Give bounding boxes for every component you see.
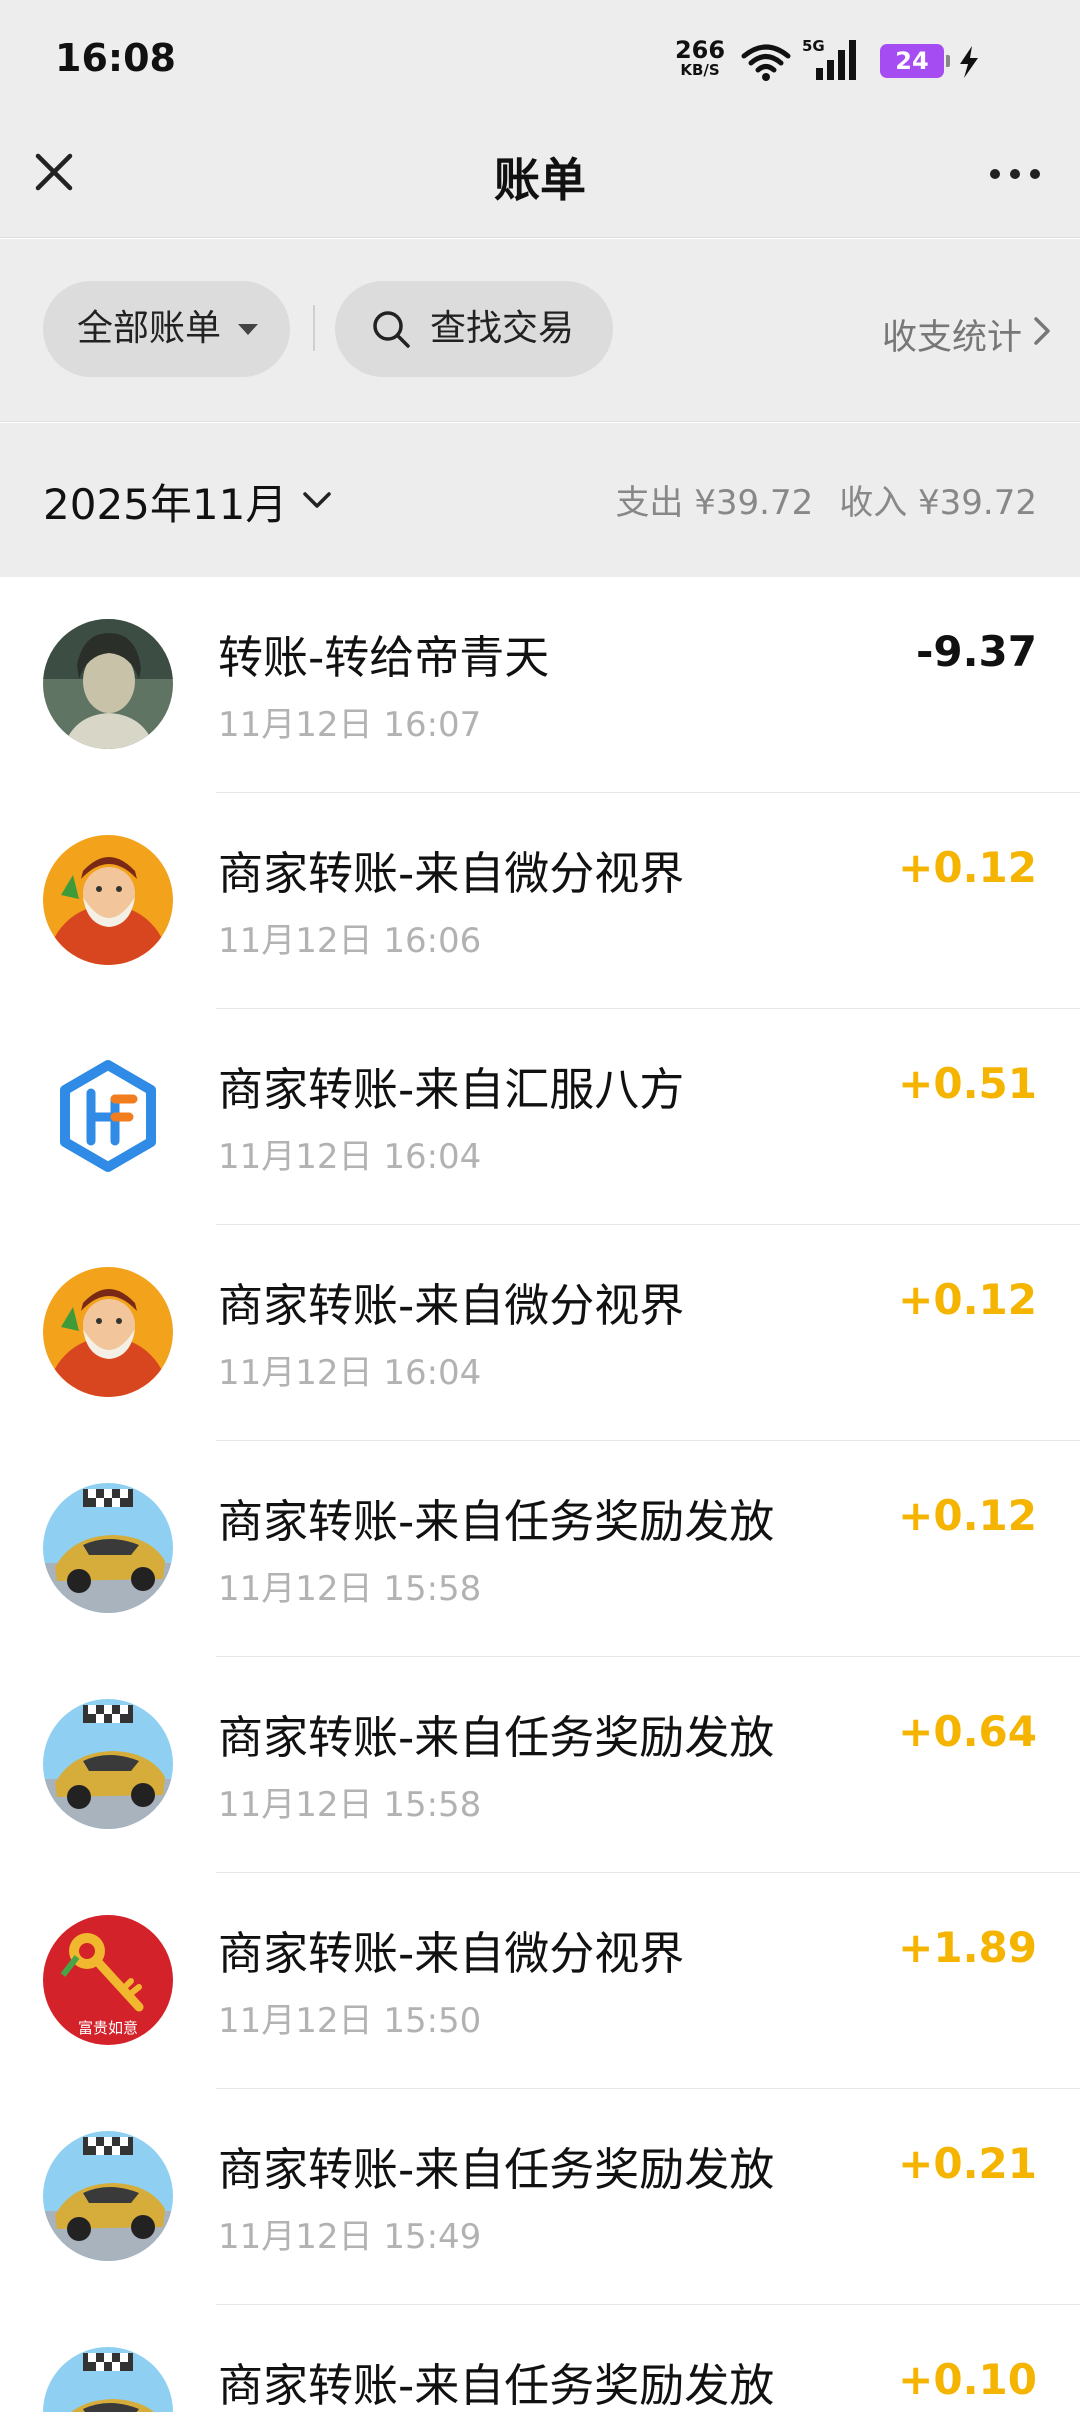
month-header: 2025年11月 支出 ¥39.72 收入 ¥39.72 (0, 423, 1080, 577)
transaction-title: 转账-转给帝青天 (218, 631, 550, 684)
transaction-row[interactable]: 转账-转给帝青天 11月12日 16:07 -9.37 (0, 577, 1080, 793)
transaction-amount: +0.21 (898, 2139, 1037, 2188)
nav-bar: 账单 (0, 120, 1080, 238)
transaction-title: 商家转账-来自微分视界 (218, 1279, 685, 1332)
transaction-title: 商家转账-来自微分视界 (218, 1927, 685, 1980)
transaction-row[interactable]: 商家转账-来自任务奖励发放 11月12日 15:49 +0.21 (0, 2089, 1080, 2305)
transaction-row[interactable]: 商家转账-来自微分视界 11月12日 16:06 +0.12 (0, 793, 1080, 1009)
filter-bar: 全部账单 查找交易 收支统计 (0, 239, 1080, 422)
all-bills-dropdown[interactable]: 全部账单 (43, 281, 290, 377)
divider (313, 305, 315, 351)
transaction-title: 商家转账-来自微分视界 (218, 847, 685, 900)
avatar-text: 富贵如意 (78, 2019, 138, 2037)
net-speed-unit: KB/S (680, 61, 720, 79)
transaction-time: 11月12日 16:04 (218, 1137, 482, 1177)
transaction-row[interactable]: 商家转账-来自任务奖励发放 +0.10 (0, 2305, 1080, 2412)
transaction-amount: +0.12 (898, 843, 1037, 892)
month-expense: 支出 ¥39.72 (615, 483, 814, 523)
red-envelope-avatar: 富贵如意 (43, 1915, 173, 2045)
caishen-avatar (43, 835, 173, 965)
chevron-down-icon[interactable] (300, 489, 334, 513)
search-icon (373, 311, 410, 348)
transaction-time: 11月12日 15:58 (218, 1785, 482, 1825)
status-icons: 266 KB/S 5G 24 (670, 36, 1010, 86)
status-bar: 16:08 266 KB/S 5G 24 (0, 0, 1080, 120)
transaction-time: 11月12日 16:04 (218, 1353, 482, 1393)
race-car-avatar (43, 1483, 173, 1613)
net-speed: 266 KB/S (670, 38, 730, 78)
transaction-title: 商家转账-来自任务奖励发放 (218, 2359, 775, 2412)
chevron-right-icon[interactable] (1030, 311, 1054, 351)
transaction-amount: +0.10 (898, 2355, 1037, 2404)
income-expense-stats-link[interactable]: 收支统计 (882, 309, 1022, 360)
transaction-row[interactable]: 富贵如意 商家转账-来自微分视界 11月12日 15:50 +1.89 (0, 1873, 1080, 2089)
transaction-time: 11月12日 16:06 (218, 921, 482, 961)
transaction-title: 商家转账-来自任务奖励发放 (218, 1711, 775, 1764)
transaction-list: 转账-转给帝青天 11月12日 16:07 -9.37 商家转账-来自微分视界 … (0, 577, 1080, 2412)
wifi-icon (741, 44, 791, 81)
transaction-time: 11月12日 15:58 (218, 1569, 482, 1609)
transaction-row[interactable]: 商家转账-来自任务奖励发放 11月12日 15:58 +0.12 (0, 1441, 1080, 1657)
race-car-avatar (43, 1699, 173, 1829)
race-car-avatar (43, 2347, 173, 2412)
caishen-avatar (43, 1267, 173, 1397)
cellular-signal-icon: 5G (802, 38, 862, 82)
transaction-row[interactable]: 商家转账-来自汇服八方 11月12日 16:04 +0.51 (0, 1009, 1080, 1225)
month-totals: 支出 ¥39.72 收入 ¥39.72 (615, 475, 1037, 524)
person-avatar (43, 619, 173, 749)
race-car-avatar (43, 2131, 173, 2261)
transaction-time: 11月12日 15:49 (218, 2217, 482, 2257)
transaction-amount: +0.12 (898, 1491, 1037, 1540)
charging-bolt-icon (960, 46, 978, 78)
transaction-title: 商家转账-来自任务奖励发放 (218, 2143, 775, 2196)
transaction-row[interactable]: 商家转账-来自微分视界 11月12日 16:04 +0.12 (0, 1225, 1080, 1441)
search-transactions-label: 查找交易 (430, 308, 575, 349)
month-selector[interactable]: 2025年11月 (43, 471, 287, 532)
hf-logo-avatar (43, 1051, 173, 1181)
transaction-amount: +0.12 (898, 1275, 1037, 1324)
transaction-amount: -9.37 (915, 627, 1037, 676)
caret-down-icon (238, 324, 258, 335)
bill-page: 16:08 266 KB/S 5G 24 账单 全部账单 查找交易 收支统计 2… (0, 0, 1080, 2412)
transaction-amount: +0.51 (898, 1059, 1037, 1108)
transaction-amount: +1.89 (898, 1923, 1037, 1972)
transaction-time: 11月12日 16:07 (218, 705, 482, 745)
all-bills-label: 全部账单 (77, 308, 222, 349)
transaction-row[interactable]: 商家转账-来自任务奖励发放 11月12日 15:58 +0.64 (0, 1657, 1080, 1873)
transaction-amount: +0.64 (898, 1707, 1037, 1756)
status-time: 16:08 (55, 36, 176, 80)
transaction-title: 商家转账-来自任务奖励发放 (218, 1495, 775, 1548)
transaction-title: 商家转账-来自汇服八方 (218, 1063, 685, 1116)
search-transactions-button[interactable]: 查找交易 (335, 281, 613, 377)
page-title: 账单 (494, 153, 586, 207)
transaction-time: 11月12日 15:50 (218, 2001, 482, 2041)
net-speed-value: 266 (674, 36, 726, 64)
battery-indicator: 24 (880, 44, 950, 78)
month-income: 收入 ¥39.72 (839, 483, 1037, 523)
more-icon[interactable] (980, 146, 1050, 202)
